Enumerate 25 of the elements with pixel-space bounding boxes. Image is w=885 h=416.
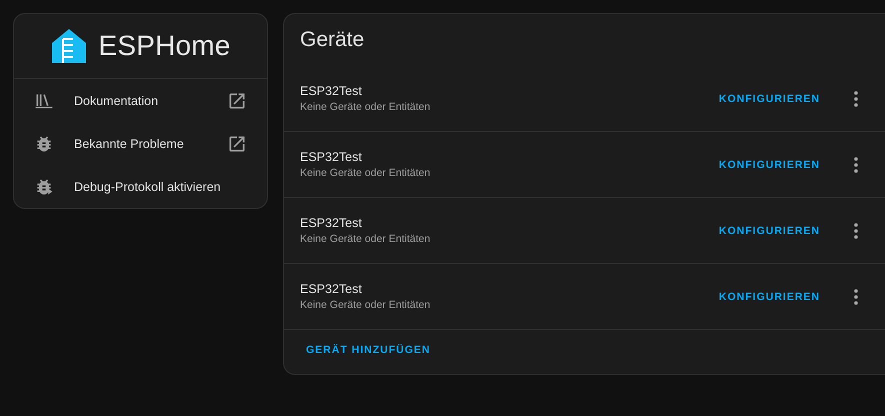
sidebar-item[interactable]: Dokumentation	[14, 79, 267, 122]
configure-button[interactable]: KONFIGURIEREN	[710, 218, 828, 242]
more-icon	[854, 288, 858, 304]
device-name: ESP32Test	[300, 150, 363, 164]
device-name: ESP32Test	[300, 84, 363, 98]
device-name: ESP32Test	[300, 282, 363, 296]
configure-button[interactable]: KONFIGURIEREN	[710, 284, 828, 308]
device-subtitle: Keine Geräte oder Entitäten	[300, 299, 432, 311]
more-icon	[854, 222, 858, 238]
configure-button[interactable]: KONFIGURIEREN	[710, 86, 828, 110]
external-link-icon[interactable]	[227, 134, 247, 154]
device-subtitle: Keine Geräte oder Entitäten	[300, 101, 432, 113]
device-name: ESP32Test	[300, 216, 363, 230]
logo-title: ESPHome	[98, 30, 231, 62]
more-icon	[854, 156, 858, 172]
device-subtitle: Keine Geräte oder Entitäten	[300, 233, 432, 245]
device-subtitle: Keine Geräte oder Entitäten	[300, 167, 432, 179]
logo-icon	[50, 27, 88, 65]
external-link-icon[interactable]	[227, 90, 247, 110]
card-title: Geräte	[299, 27, 366, 53]
sidebar-item[interactable]: Bekannte Probleme	[14, 122, 267, 165]
configure-button[interactable]: KONFIGURIEREN	[710, 152, 828, 176]
add-device-button[interactable]: GERÄT HINZUFÜGEN	[298, 338, 438, 362]
more-icon	[854, 90, 858, 106]
sidebar-item[interactable]: Debug-Protokoll aktivieren	[14, 165, 267, 208]
